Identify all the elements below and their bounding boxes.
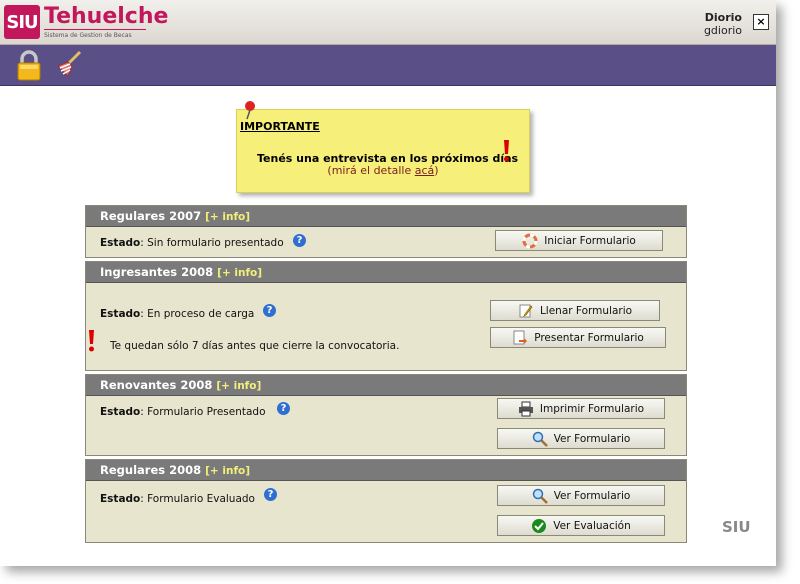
user-name: Diorio xyxy=(704,11,742,24)
panel-regulares-2008: Regulares 2008 [+ info] Estado: Formular… xyxy=(85,459,687,543)
important-notice: IMPORTANTE Tenés una entrevista en los p… xyxy=(236,101,530,193)
estado-value: : Formulario Presentado xyxy=(140,406,266,418)
user-login: gdiorio xyxy=(703,24,742,37)
estado-text: Estado: Formulario Evaluado xyxy=(100,493,255,505)
button-label: Ver Formulario xyxy=(553,432,631,445)
lock-icon xyxy=(17,50,41,81)
estado-value: : Formulario Evaluado xyxy=(140,493,255,505)
app-name: Tehuelche xyxy=(44,4,169,29)
panel-title: Ingresantes 2008 xyxy=(100,265,214,279)
estado-value: : En proceso de carga xyxy=(140,308,255,320)
pushpin-icon xyxy=(245,101,255,120)
footer-siu-logo: SIU xyxy=(722,518,751,536)
clean-button[interactable] xyxy=(52,48,86,82)
logout-close-button[interactable]: × xyxy=(753,14,769,30)
deadline-warning: Te quedan sólo 7 días antes que cierre l… xyxy=(89,330,400,352)
panel-header: Regulares 2007 [+ info] xyxy=(86,206,686,227)
document-arrow-icon xyxy=(513,330,528,344)
estado-label: Estado xyxy=(100,406,141,418)
imprimir-formulario-button[interactable]: Imprimir Formulario xyxy=(497,398,665,419)
more-info-link[interactable]: [+ info] xyxy=(217,267,262,279)
help-icon[interactable]: ? xyxy=(264,488,277,501)
button-label: Iniciar Formulario xyxy=(544,234,636,247)
help-icon[interactable]: ? xyxy=(263,304,276,317)
panel-regulares-2007: Regulares 2007 [+ info] Estado: Sin form… xyxy=(85,205,687,258)
user-info: Diorio gdiorio xyxy=(704,11,742,37)
button-label: Llenar Formulario xyxy=(539,304,633,317)
estado-label: Estado xyxy=(100,308,141,320)
panel-title: Renovantes 2008 xyxy=(100,378,213,392)
lock-button[interactable] xyxy=(12,48,46,82)
ver-formulario-button[interactable]: Ver Formulario xyxy=(497,428,665,449)
llenar-formulario-button[interactable]: Llenar Formulario xyxy=(490,300,660,321)
notice-detail-prefix: (mirá el detalle xyxy=(327,164,415,177)
app-subtitle: Sistema de Gestion de Becas xyxy=(44,32,132,39)
estado-value: : Sin formulario presentado xyxy=(140,237,284,249)
notice-detail-suffix: ) xyxy=(434,164,439,177)
estado-text: Estado: Sin formulario presentado xyxy=(100,237,284,249)
app-window: SIU Tehuelche Sistema de Gestion de Beca… xyxy=(0,0,776,566)
help-icon[interactable]: ? xyxy=(293,234,306,247)
siu-logo-badge: SIU xyxy=(4,5,40,39)
toolbar xyxy=(0,45,776,86)
presentar-formulario-button[interactable]: Presentar Formulario xyxy=(490,327,666,348)
notice-detail: (mirá el detalle acá) xyxy=(237,164,529,177)
printer-icon xyxy=(518,401,533,416)
panel-header: Ingresantes 2008 [+ info] xyxy=(86,262,686,283)
exclamation-icon xyxy=(89,330,94,352)
estado-label: Estado xyxy=(100,493,141,505)
more-info-link[interactable]: [+ info] xyxy=(216,380,261,392)
button-label: Ver Formulario xyxy=(553,489,631,502)
notice-detail-link[interactable]: acá xyxy=(415,164,435,177)
top-header: SIU Tehuelche Sistema de Gestion de Beca… xyxy=(0,0,776,45)
magnifier-icon xyxy=(532,431,548,447)
panel-header: Renovantes 2008 [+ info] xyxy=(86,375,686,396)
broom-icon xyxy=(57,50,82,77)
iniciar-formulario-button[interactable]: Iniciar Formulario xyxy=(495,230,663,251)
magnifier-icon xyxy=(532,488,548,504)
more-info-link[interactable]: [+ info] xyxy=(205,465,250,477)
button-label: Ver Evaluación xyxy=(553,519,631,532)
panel-renovantes-2008: Renovantes 2008 [+ info] Estado: Formula… xyxy=(85,374,687,456)
panel-ingresantes-2008: Ingresantes 2008 [+ info] Estado: En pro… xyxy=(85,261,687,371)
ver-evaluacion-button[interactable]: Ver Evaluación xyxy=(497,515,665,536)
pencil-icon xyxy=(519,304,533,317)
button-label: Imprimir Formulario xyxy=(539,402,645,415)
help-icon[interactable]: ? xyxy=(277,402,290,415)
estado-text: Estado: Formulario Presentado xyxy=(100,406,266,418)
notice-title: IMPORTANTE xyxy=(240,120,320,133)
warning-text: Te quedan sólo 7 días antes que cierre l… xyxy=(110,340,400,352)
ver-formulario-button[interactable]: Ver Formulario xyxy=(497,485,665,506)
estado-text: Estado: En proceso de carga xyxy=(100,308,254,320)
checkmark-icon xyxy=(532,518,547,533)
panel-header: Regulares 2008 [+ info] xyxy=(86,460,686,481)
estado-label: Estado xyxy=(100,237,141,249)
panel-title: Regulares 2007 xyxy=(100,209,202,223)
exclamation-icon xyxy=(504,140,509,162)
logo-underline xyxy=(44,29,146,30)
lifebuoy-icon xyxy=(522,233,538,248)
panel-title: Regulares 2008 xyxy=(100,463,202,477)
button-label: Presentar Formulario xyxy=(534,331,644,344)
more-info-link[interactable]: [+ info] xyxy=(205,211,250,223)
